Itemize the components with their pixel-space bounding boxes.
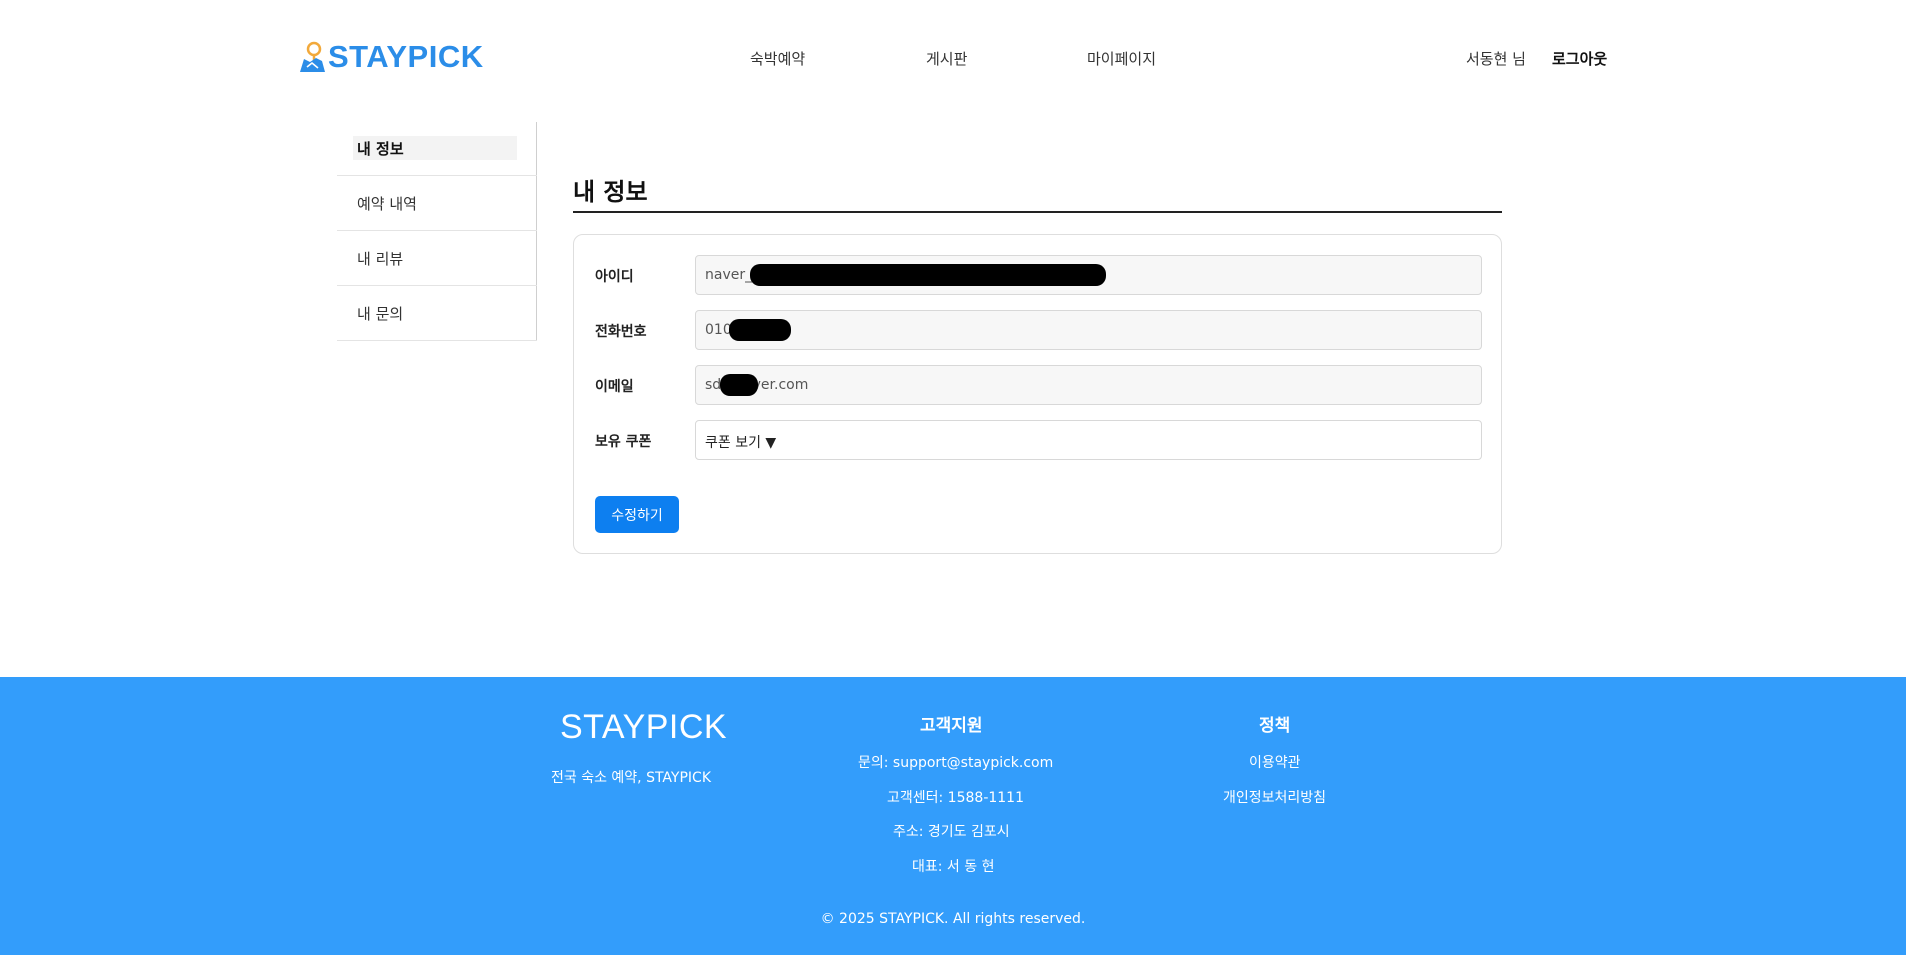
sidebar-item-my-info[interactable]: 내 정보 [337, 122, 537, 176]
mypage-sidebar: 내 정보 예약 내역 내 리뷰 내 문의 [337, 122, 537, 341]
footer-terms-link[interactable]: 이용약관 [1249, 752, 1301, 772]
title-divider [573, 211, 1502, 213]
footer-call-center: 고객센터: 1588-1111 [887, 790, 1024, 806]
sidebar-item-inquiries[interactable]: 내 문의 [337, 286, 537, 341]
redaction-mark [729, 319, 791, 341]
footer-privacy-link[interactable]: 개인정보처리방침 [1223, 787, 1326, 807]
site-header: STAYPICK 숙박예약 게시판 마이페이지 서동현 님 로그아웃 [0, 0, 1906, 116]
sidebar-item-label: 내 리뷰 [357, 250, 404, 268]
redaction-mark [720, 374, 758, 396]
site-footer: STAYPICK 전국 숙소 예약, STAYPICK 고객지원 문의: sup… [0, 677, 1906, 955]
profile-card: 아이디 naver_ 전화번호 010 이메일 sd@naver.com 보유 … [573, 234, 1502, 554]
coupon-label: 보유 쿠폰 [595, 434, 652, 450]
id-field[interactable]: naver_ [695, 255, 1482, 295]
logout-button[interactable]: 로그아웃 [1552, 48, 1607, 69]
page-title: 내 정보 [573, 178, 648, 206]
phone-value: 010 [705, 322, 732, 338]
logo-text: STAYPICK [328, 39, 484, 74]
nav-mypage[interactable]: 마이페이지 [1087, 48, 1156, 69]
email-label: 이메일 [595, 379, 634, 395]
redaction-mark [750, 264, 1106, 286]
sidebar-item-label: 내 정보 [357, 140, 404, 158]
nav-booking[interactable]: 숙박예약 [750, 48, 805, 69]
phone-label: 전화번호 [595, 324, 647, 340]
coupon-toggle[interactable]: 쿠폰 보기 ▼ [695, 420, 1482, 460]
phone-field[interactable]: 010 [695, 310, 1482, 350]
footer-support-title: 고객지원 [920, 716, 983, 736]
footer-ceo: 대표: 서 동 현 [912, 859, 995, 875]
footer-policy-title: 정책 [1259, 716, 1291, 736]
footer-brand: STAYPICK [560, 708, 728, 746]
user-name: 서동현 님 [1466, 50, 1526, 68]
sidebar-item-label: 예약 내역 [357, 195, 417, 213]
map-pin-logo-icon [300, 41, 325, 72]
id-value: naver_ [705, 267, 753, 283]
edit-profile-button[interactable]: 수정하기 [595, 496, 679, 533]
sidebar-item-reservations[interactable]: 예약 내역 [337, 176, 537, 231]
nav-board[interactable]: 게시판 [926, 48, 967, 69]
footer-tagline: 전국 숙소 예약, STAYPICK [551, 770, 712, 786]
sidebar-item-reviews[interactable]: 내 리뷰 [337, 231, 537, 286]
footer-address: 주소: 경기도 김포시 [893, 824, 1010, 840]
footer-copyright: © 2025 STAYPICK. All rights reserved. [820, 911, 1086, 927]
sidebar-item-label: 내 문의 [357, 305, 404, 323]
coupon-toggle-label: 쿠폰 보기 ▼ [705, 435, 777, 451]
email-field[interactable]: sd@naver.com [695, 365, 1482, 405]
id-label: 아이디 [595, 269, 634, 285]
footer-contact-email: 문의: support@staypick.com [858, 755, 1054, 771]
logo[interactable]: STAYPICK [298, 38, 484, 76]
